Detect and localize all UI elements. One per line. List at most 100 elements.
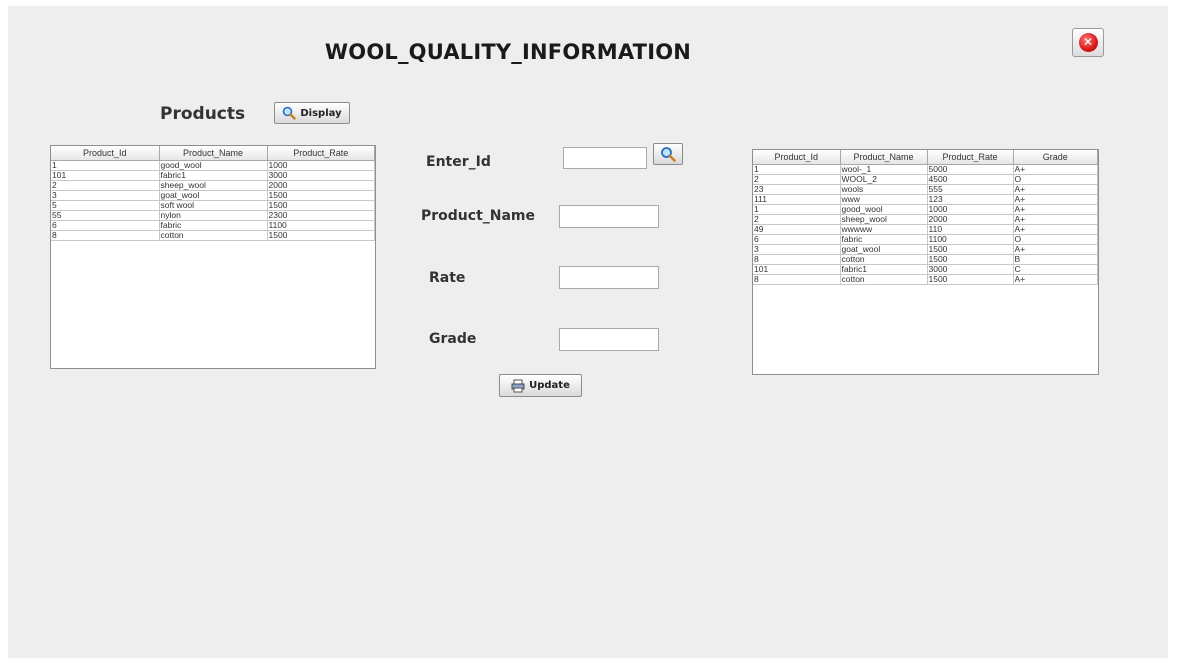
table-row[interactable]: 23 wools 555 A+	[753, 184, 1098, 195]
page-title: WOOL_QUALITY_INFORMATION	[324, 40, 692, 64]
cell-id: 3	[51, 190, 160, 201]
cell-id: 1	[753, 204, 841, 215]
cell-id: 2	[753, 214, 841, 225]
display-label: Display	[300, 107, 342, 119]
cell-name: goat_wool	[840, 244, 928, 255]
column-header[interactable]: Product_Rate	[927, 150, 1014, 165]
cell-id: 101	[51, 170, 160, 181]
cell-id: 8	[753, 254, 841, 265]
printer-icon	[511, 379, 525, 392]
enter-id-input[interactable]	[563, 147, 647, 169]
cell-rate: 1500	[927, 254, 1014, 265]
table-row[interactable]: 3 goat_wool 1500 A+	[753, 244, 1098, 255]
column-header[interactable]: Product_Name	[159, 146, 268, 161]
cell-grade: A+	[1013, 244, 1098, 255]
table-row[interactable]: 8 cotton 1500 B	[753, 254, 1098, 265]
cell-grade: A+	[1013, 224, 1098, 235]
table-row[interactable]: 8 cotton 1500 A+	[753, 274, 1098, 285]
table-row[interactable]: 8 cotton 1500	[51, 230, 375, 241]
rate-input[interactable]	[559, 266, 659, 289]
grade-label: Grade	[429, 331, 477, 347]
table-row[interactable]: 55 nylon 2300	[51, 210, 375, 221]
cell-grade: A+	[1013, 214, 1098, 225]
cell-id: 8	[753, 274, 841, 285]
cell-id: 2	[753, 174, 841, 185]
update-button[interactable]: Update	[499, 374, 582, 397]
cell-grade: A+	[1013, 194, 1098, 205]
search-button[interactable]	[653, 143, 683, 165]
update-label: Update	[529, 380, 570, 391]
column-header[interactable]: Product_Rate	[267, 146, 375, 161]
cell-id: 55	[51, 210, 160, 221]
cell-rate: 4500	[927, 174, 1014, 185]
table-row[interactable]: 2 WOOL_2 4500 O	[753, 174, 1098, 185]
cell-id: 49	[753, 224, 841, 235]
cell-rate: 1500	[927, 244, 1014, 255]
cell-rate: 3000	[927, 264, 1014, 275]
column-header[interactable]: Grade	[1013, 150, 1098, 165]
cell-grade: A+	[1013, 274, 1098, 285]
cell-name: wwwww	[840, 224, 928, 235]
product-name-label: Product_Name	[421, 208, 536, 224]
cell-rate: 1500	[267, 200, 375, 211]
cell-name: www	[840, 194, 928, 205]
cell-name: wool-_1	[840, 164, 928, 175]
table-row[interactable]: 101 fabric1 3000	[51, 170, 375, 181]
table-row[interactable]: 101 fabric1 3000 C	[753, 264, 1098, 275]
magnifier-icon	[283, 106, 297, 120]
table-row[interactable]: 6 fabric 1100	[51, 220, 375, 231]
cell-rate: 2000	[267, 180, 375, 191]
cell-grade: O	[1013, 234, 1098, 245]
cell-name: WOOL_2	[840, 174, 928, 185]
cell-rate: 1500	[267, 230, 375, 241]
cell-id: 5	[51, 200, 160, 211]
cell-id: 6	[753, 234, 841, 245]
cell-name: sheep_wool	[159, 180, 268, 191]
table-row[interactable]: 3 goat_wool 1500	[51, 190, 375, 201]
cell-grade: A+	[1013, 204, 1098, 215]
column-header[interactable]: Product_Id	[753, 150, 841, 165]
cell-name: sheep_wool	[840, 214, 928, 225]
column-header[interactable]: Product_Name	[840, 150, 928, 165]
cell-name: cotton	[159, 230, 268, 241]
product-name-input[interactable]	[559, 205, 659, 228]
grades-table[interactable]: Product_Id Product_Name Product_Rate Gra…	[752, 149, 1099, 375]
table-row[interactable]: 111 www 123 A+	[753, 194, 1098, 205]
cell-rate: 1100	[267, 220, 375, 231]
products-table[interactable]: Product_Id Product_Name Product_Rate 1 go…	[50, 145, 376, 369]
cell-grade: O	[1013, 174, 1098, 185]
cell-id: 8	[51, 230, 160, 241]
cell-rate: 555	[927, 184, 1014, 195]
table-row[interactable]: 2 sheep_wool 2000	[51, 180, 375, 191]
cell-rate: 1000	[267, 160, 375, 171]
table-row[interactable]: 1 good_wool 1000 A+	[753, 204, 1098, 215]
display-button[interactable]: Display	[274, 102, 350, 124]
cell-name: cotton	[840, 254, 928, 265]
close-icon: ✕	[1078, 33, 1098, 52]
table-row[interactable]: 6 fabric 1100 O	[753, 234, 1098, 245]
table-row[interactable]: 1 good_wool 1000	[51, 160, 375, 171]
close-button[interactable]: ✕	[1072, 28, 1104, 57]
cell-name: good_wool	[159, 160, 268, 171]
cell-name: fabric1	[159, 170, 268, 181]
magnifier-icon	[661, 147, 676, 162]
cell-id: 101	[753, 264, 841, 275]
enter-id-label: Enter_Id	[426, 154, 491, 170]
cell-name: cotton	[840, 274, 928, 285]
table-row[interactable]: 2 sheep_wool 2000 A+	[753, 214, 1098, 225]
table-row[interactable]: 1 wool-_1 5000 A+	[753, 164, 1098, 175]
cell-rate: 2300	[267, 210, 375, 221]
table-row[interactable]: 49 wwwww 110 A+	[753, 224, 1098, 235]
cell-grade: A+	[1013, 184, 1098, 195]
cell-id: 23	[753, 184, 841, 195]
cell-name: nylon	[159, 210, 268, 221]
cell-name: wools	[840, 184, 928, 195]
column-header[interactable]: Product_Id	[51, 146, 160, 161]
products-heading: Products	[160, 104, 246, 124]
table-row[interactable]: 5 soft wool 1500	[51, 200, 375, 211]
grade-input[interactable]	[559, 328, 659, 351]
cell-id: 3	[753, 244, 841, 255]
grades-header-row: Product_Id Product_Name Product_Rate Gra…	[753, 150, 1098, 165]
cell-rate: 1100	[927, 234, 1014, 245]
cell-name: fabric	[840, 234, 928, 245]
